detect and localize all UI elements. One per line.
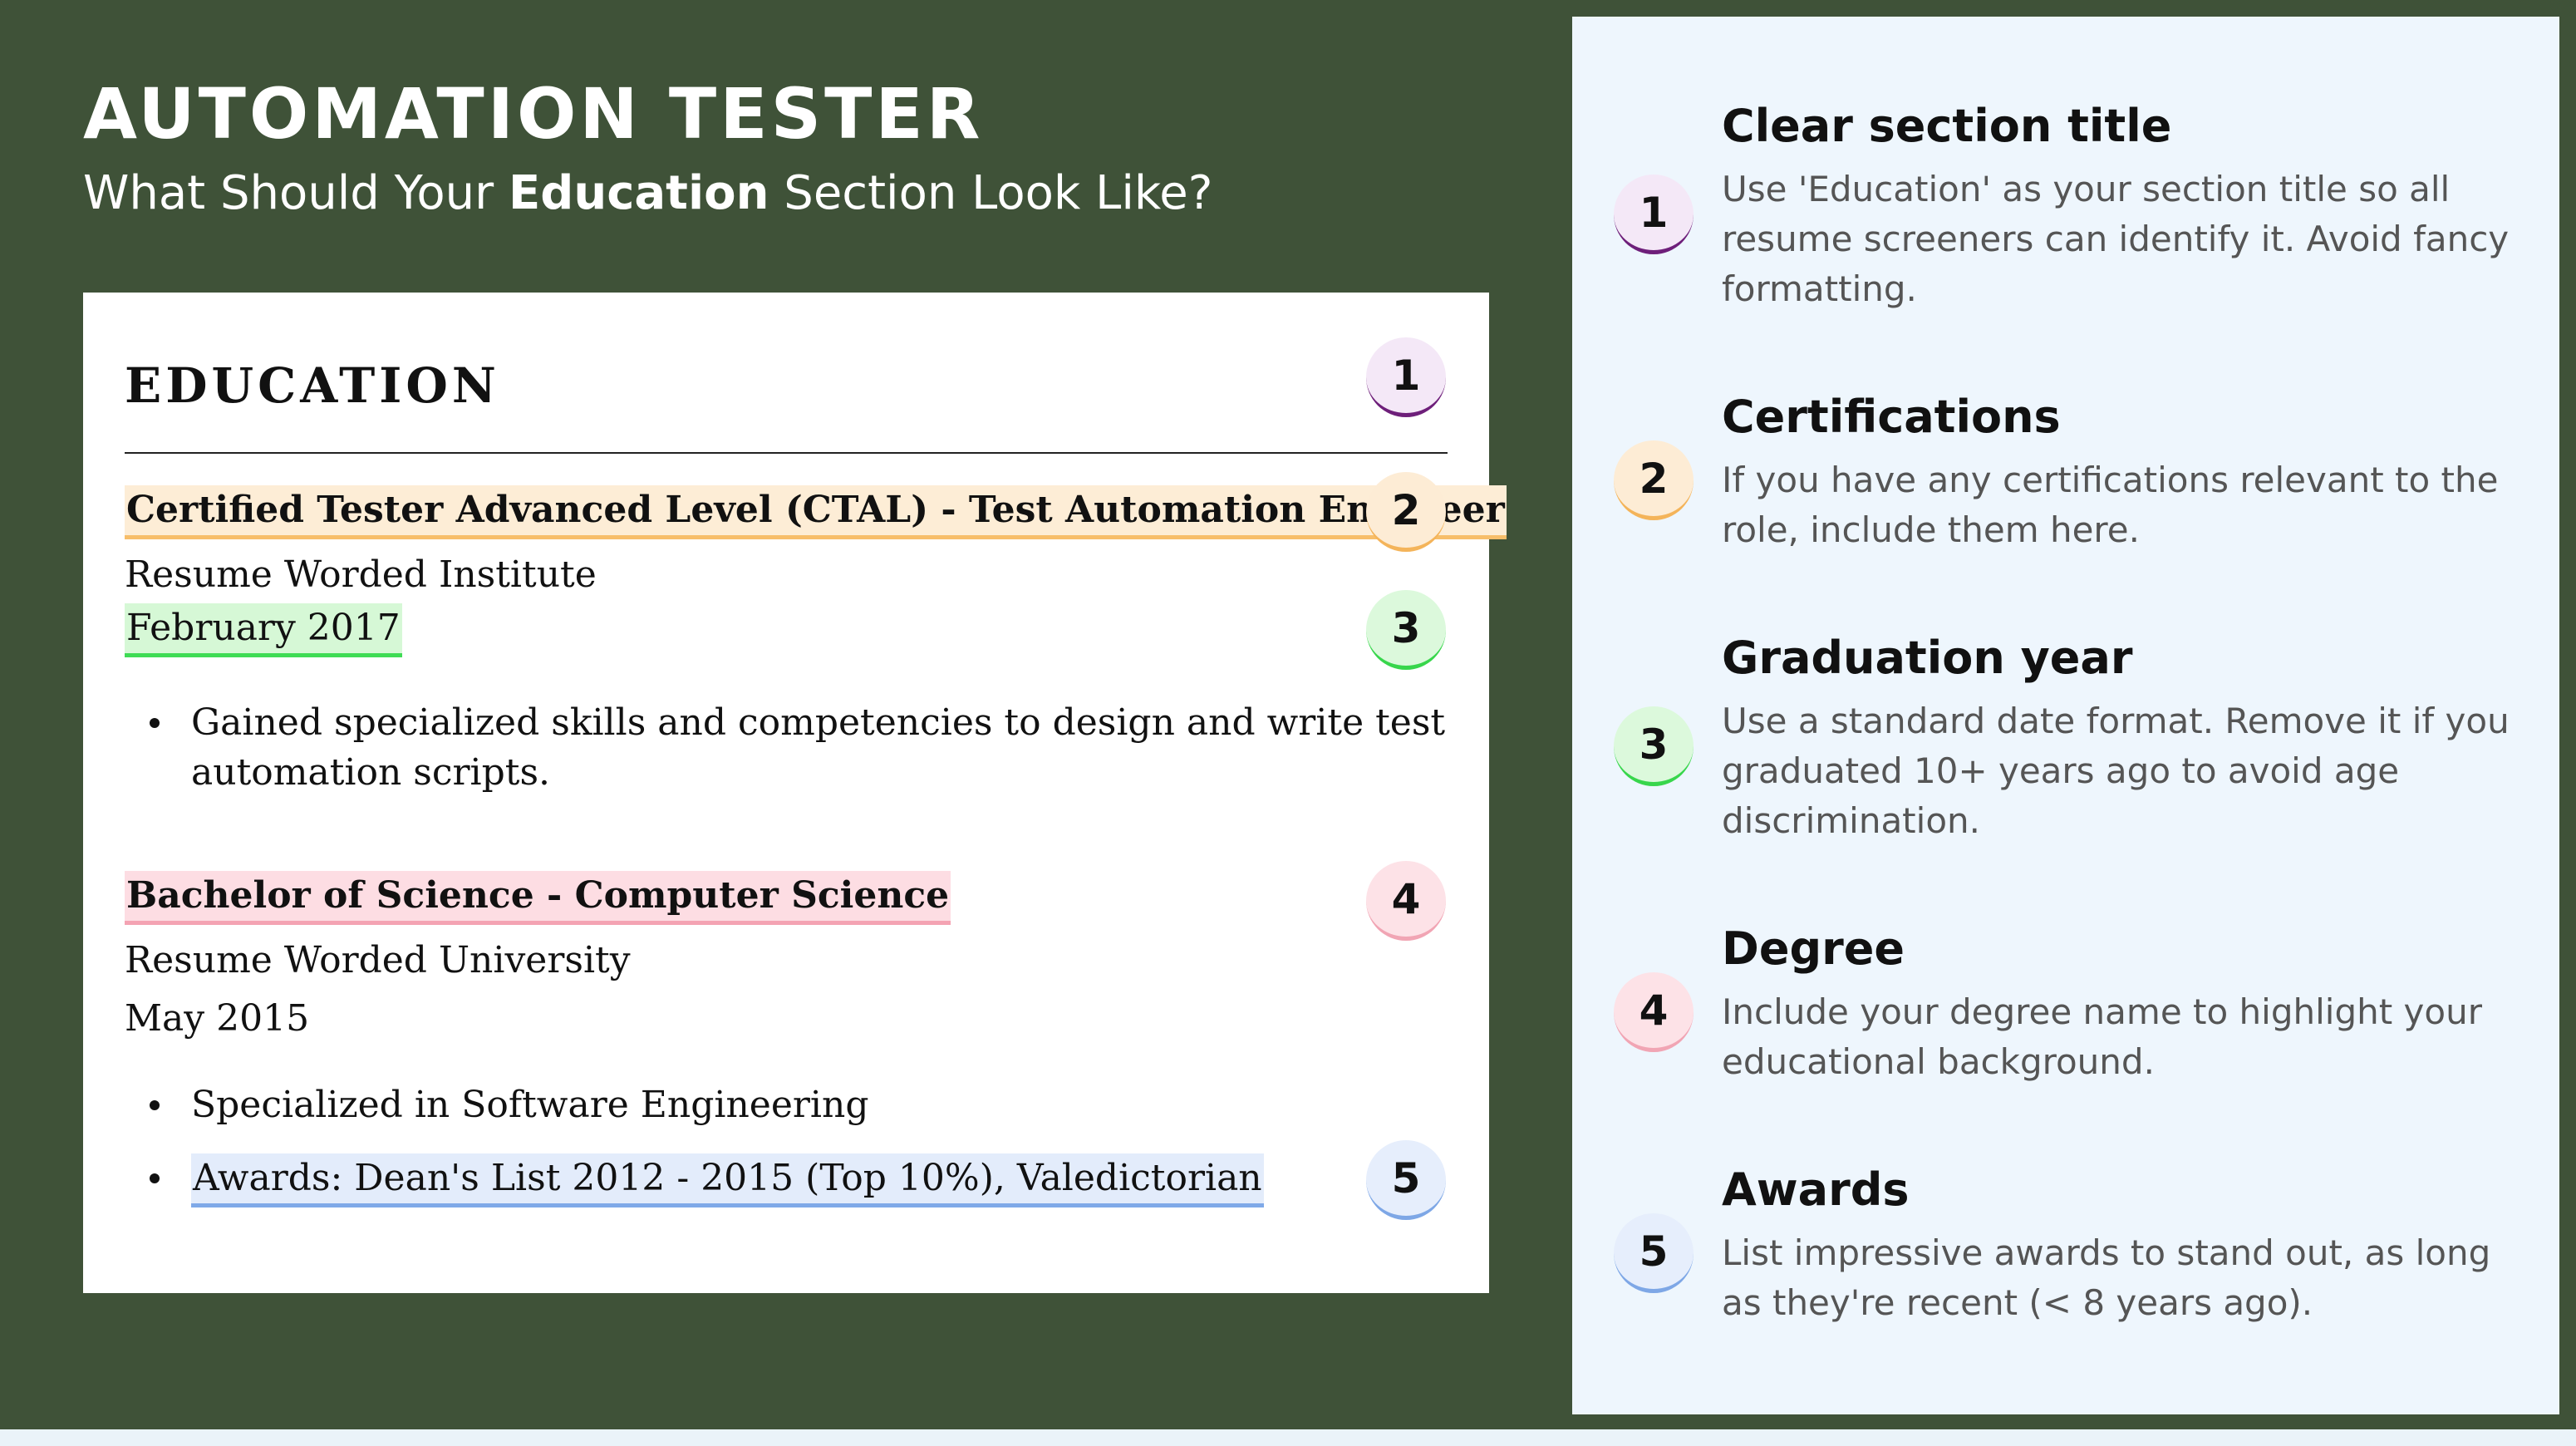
entry-1-bullet: Gained specialized skills and competenci… [150, 698, 1445, 798]
bullet-dot [150, 718, 160, 728]
entry-2-bullet-1-text: Specialized in Software Engineering [191, 1084, 869, 1126]
tip-4-description: Include your degree name to highlight yo… [1722, 991, 2482, 1082]
tip-3-description: Use a standard date format. Remove it if… [1722, 701, 2510, 841]
tip-2-description: If you have any certifications relevant … [1722, 460, 2499, 550]
subtitle-start: What Should Your [83, 166, 509, 220]
entry-2-title: Bachelor of Science - Computer Science [125, 871, 951, 925]
marker-1-badge: 1 [1366, 337, 1446, 417]
entry-1-date: February 2017 [125, 603, 402, 657]
tip-5-description: List impressive awards to stand out, as … [1722, 1232, 2491, 1323]
subtitle-end: Section Look Like? [769, 166, 1213, 220]
bullet-dot [150, 1173, 160, 1183]
marker-5-badge: 5 [1366, 1140, 1446, 1220]
tip-1-badge: 1 [1614, 175, 1694, 254]
tip-awards: 5 Awards List impressive awards to stand… [1572, 1163, 2559, 1330]
tip-4-badge: 4 [1614, 972, 1694, 1052]
entry-2-title-highlight: Bachelor of Science - Computer Science [125, 871, 951, 925]
bullet-dot [150, 1100, 160, 1110]
bottom-strip [0, 1429, 2576, 1446]
entry-2-bullet-1: Specialized in Software Engineering [150, 1080, 1396, 1130]
tip-certifications: 2 Certifications If you have any certifi… [1572, 391, 2559, 557]
entry-1-title: Certified Tester Advanced Level (CTAL) -… [125, 485, 1507, 539]
tip-5-title: Awards [1722, 1163, 1910, 1216]
tip-3-badge: 3 [1614, 706, 1694, 786]
tip-4-title: Degree [1722, 922, 1905, 975]
entry-2-date: May 2015 [125, 997, 310, 1040]
marker-2-badge: 2 [1366, 472, 1446, 552]
tip-graduation-year: 3 Graduation year Use a standard date fo… [1572, 632, 2559, 864]
resume-education-card: EDUCATION Certified Tester Advanced Leve… [83, 293, 1507, 1293]
marker-4-badge: 4 [1366, 861, 1446, 941]
page-title: AUTOMATION TESTER [83, 73, 984, 155]
entry-2-bullet-2-text: Awards: Dean's List 2012 - 2015 (Top 10%… [191, 1153, 1264, 1207]
entry-2-institution: Resume Worded University [125, 939, 631, 981]
entry-1-date-highlight: February 2017 [125, 603, 402, 657]
entry-1-bullet-line-1: Gained specialized skills and competenci… [191, 701, 1446, 744]
tip-1-description: Use 'Education' as your section title so… [1722, 169, 2510, 309]
page-subtitle: What Should Your Education Section Look … [83, 166, 1212, 220]
tips-panel: 1 Clear section title Use 'Education' as… [1572, 17, 2559, 1414]
marker-3-badge: 3 [1366, 590, 1446, 670]
tip-2-title: Certifications [1722, 391, 2061, 443]
tip-5-badge: 5 [1614, 1213, 1694, 1293]
entry-2-bullet-2: Awards: Dean's List 2012 - 2015 (Top 10%… [150, 1153, 1396, 1212]
tip-clear-section-title: 1 Clear section title Use 'Education' as… [1572, 100, 2559, 332]
subtitle-emphasis: Education [508, 166, 769, 220]
tip-2-badge: 2 [1614, 440, 1694, 520]
entry-1-title-highlight: Certified Tester Advanced Level (CTAL) -… [125, 485, 1507, 539]
entry-1-bullet-line-2: automation scripts. [191, 751, 551, 794]
education-heading: EDUCATION [125, 357, 500, 414]
tip-3-title: Graduation year [1722, 632, 2133, 684]
heading-divider [125, 452, 1448, 454]
tip-degree: 4 Degree Include your degree name to hig… [1572, 922, 2559, 1089]
tip-1-title: Clear section title [1722, 100, 2172, 152]
entry-1-institution: Resume Worded Institute [125, 553, 597, 596]
entry-2-awards-highlight: Awards: Dean's List 2012 - 2015 (Top 10%… [191, 1153, 1264, 1207]
